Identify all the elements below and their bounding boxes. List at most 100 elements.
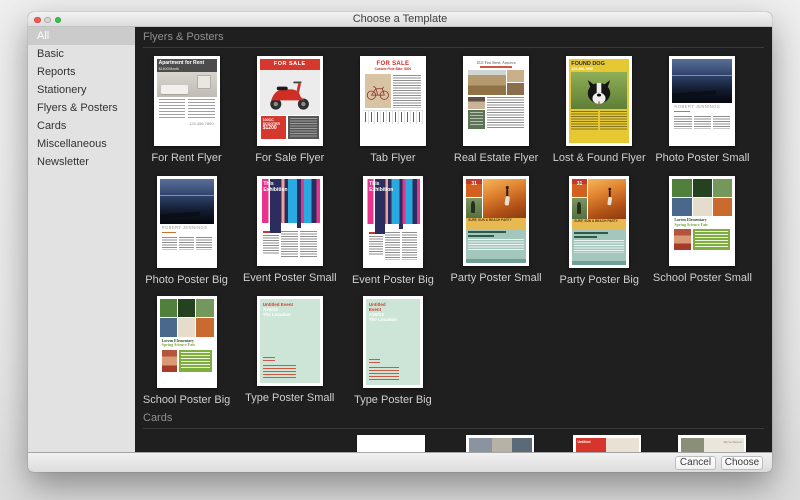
tear-off-tabs: [363, 110, 423, 124]
beach-photo: [483, 179, 526, 218]
couch-shape: [161, 85, 189, 94]
template-lost-found-flyer[interactable]: FOUND DOG 123-456-7890: [548, 48, 651, 168]
template-card-photo[interactable]: [466, 435, 534, 452]
pier-photo: [160, 179, 214, 224]
pier-photo: [672, 59, 732, 103]
scooter-photo: [260, 70, 320, 115]
thumbnail-for-rent: Apartment for Rent $1400/Month 123.456.7…: [154, 56, 220, 146]
scooter-graphic: [262, 74, 317, 114]
thumbnail-real-estate: 4521 First Street, Anytown: [463, 56, 529, 146]
thumbnail-tab-flyer: FOR SALE Custom Fixie Bike: $300: [360, 56, 426, 146]
thumbnail-event-poster-small: This Exhibition: [257, 176, 323, 266]
bike-graphic: [365, 74, 391, 109]
template-label: Real Estate Flyer: [454, 152, 538, 164]
template-photo-poster-big[interactable]: ROBERT JENNINGS Photo Poster Big: [135, 168, 238, 288]
window-title: Choose a Template: [28, 12, 772, 27]
poster-header: Apartment for Rent $1400/Month: [157, 59, 217, 72]
template-label: School Poster Small: [653, 272, 752, 284]
template-type-poster-small[interactable]: Untitled Event 7/26/13 The Location Type…: [238, 288, 341, 408]
template-party-poster-big[interactable]: 31 SURF, SUN & BEACH P: [548, 168, 651, 288]
cancel-button[interactable]: Cancel: [675, 456, 716, 470]
surfer-silhouette: [588, 179, 626, 219]
beach-photo: [588, 179, 626, 219]
bike-photo: [365, 74, 391, 109]
template-photo-poster-small[interactable]: ROBERT JENNINGS Photo Poster Small: [651, 48, 754, 168]
template-card-untitled[interactable]: Untitled: [573, 435, 641, 452]
template-school-poster-big[interactable]: Lorem Elementary Spring Science Fair Sch…: [135, 288, 238, 408]
template-label: Type Poster Small: [245, 392, 334, 404]
template-label: School Poster Big: [143, 394, 230, 406]
template-party-poster-small[interactable]: 31 SURF, SUN & BEACH P: [444, 168, 547, 288]
living-room-photo: [157, 72, 217, 97]
template-school-poster-small[interactable]: Lorem Elementary Spring Science Fair Sch…: [651, 168, 754, 288]
sidebar-item-basic[interactable]: Basic: [28, 45, 135, 63]
choose-template-dialog: Choose a Template All Basic Reports Stat…: [28, 12, 772, 472]
thumbnail-for-sale: FOR SALE: [257, 56, 323, 146]
kid-photo: [674, 229, 691, 250]
sidebar-item-miscellaneous[interactable]: Miscellaneous: [28, 135, 135, 153]
date-line: [674, 111, 690, 113]
template-event-poster-big[interactable]: This Exhibition Event Poster Big: [341, 168, 444, 288]
sidebar-item-flyers-posters[interactable]: Flyers & Posters: [28, 99, 135, 117]
thumbnail-school-poster-small: Lorem Elementary Spring Science Fair: [669, 176, 735, 266]
template-for-sale-flyer[interactable]: FOR SALE: [238, 48, 341, 168]
flyers-grid: Apartment for Rent $1400/Month 123.456.7…: [135, 48, 772, 408]
sidebar-item-all[interactable]: All: [28, 27, 135, 45]
section-header-flyers: Flyers & Posters: [143, 31, 764, 48]
template-card-blank[interactable]: [357, 435, 425, 452]
calendar-date-box: 31: [572, 179, 587, 197]
dog-graphic: [571, 72, 627, 109]
photo-collage: [160, 299, 214, 337]
surfer-photo: [572, 198, 587, 218]
template-gallery[interactable]: Flyers & Posters Apartment for Rent $140…: [135, 27, 772, 452]
category-sidebar: All Basic Reports Stationery Flyers & Po…: [28, 27, 135, 452]
dialog-footer: Cancel Choose: [28, 452, 772, 472]
template-card-weve-moved[interactable]: We've Moved: [678, 435, 746, 452]
agent-photo: [468, 97, 485, 109]
photo-collage: [672, 179, 732, 216]
thumbnail-party-poster-small: 31 SURF, SUN & BEACH P: [463, 176, 529, 266]
thumbnail-type-poster-big: Untitled Event 7/26/13 The Location: [363, 296, 423, 388]
template-label: For Rent Flyer: [151, 152, 221, 164]
thumbnail-event-poster-big: This Exhibition: [363, 176, 423, 268]
titlebar[interactable]: Choose a Template: [28, 12, 772, 27]
sidebar-item-newsletter[interactable]: Newsletter: [28, 153, 135, 171]
template-label: For Sale Flyer: [255, 152, 324, 164]
template-label: Tab Flyer: [370, 152, 415, 164]
surfer-silhouette: [483, 179, 526, 218]
kid-photo: [162, 350, 177, 372]
thumbnail-party-poster-big: 31 SURF, SUN & BEACH P: [569, 176, 629, 268]
contact-box: [468, 110, 485, 128]
template-for-rent-flyer[interactable]: Apartment for Rent $1400/Month 123.456.7…: [135, 48, 238, 168]
thumbnail-school-poster-big: Lorem Elementary Spring Science Fair: [157, 296, 217, 388]
template-label: Type Poster Big: [354, 394, 432, 406]
dog-photo: [571, 72, 627, 109]
template-label: Lost & Found Flyer: [553, 152, 646, 164]
price-line: [480, 66, 511, 68]
template-label: Event Poster Small: [243, 272, 337, 284]
template-real-estate-flyer[interactable]: 4521 First Street, Anytown: [444, 48, 547, 168]
info-box: [179, 350, 212, 372]
date-line: [162, 232, 176, 234]
template-label: Party Poster Small: [451, 272, 542, 284]
section-header-cards: Cards: [143, 412, 764, 429]
price-box: 100CC SCOOTER $1200: [261, 116, 287, 139]
surfer-photo: [466, 198, 482, 218]
info-box: [693, 229, 730, 250]
template-tab-flyer[interactable]: FOR SALE Custom Fixie Bike: $300: [341, 48, 444, 168]
thumbnail-photo-poster-small: ROBERT JENNINGS: [669, 56, 735, 146]
wall-frame-shape: [197, 75, 211, 89]
template-label: Event Poster Big: [352, 274, 434, 286]
cards-row-clipped: Untitled We've Moved: [135, 435, 772, 452]
thumbnail-photo-poster-big: ROBERT JENNINGS: [157, 176, 217, 268]
house-photo: [468, 70, 506, 95]
template-event-poster-small[interactable]: This Exhibition Event Poster Small: [238, 168, 341, 288]
calendar-date-box: 31: [466, 179, 482, 197]
template-type-poster-big[interactable]: Untitled Event 7/26/13 The Location Type…: [341, 288, 444, 408]
template-label: Photo Poster Small: [655, 152, 749, 164]
sidebar-item-stationery[interactable]: Stationery: [28, 81, 135, 99]
template-label: Party Poster Big: [560, 274, 639, 286]
choose-button[interactable]: Choose: [721, 456, 763, 470]
sidebar-item-cards[interactable]: Cards: [28, 117, 135, 135]
sidebar-item-reports[interactable]: Reports: [28, 63, 135, 81]
